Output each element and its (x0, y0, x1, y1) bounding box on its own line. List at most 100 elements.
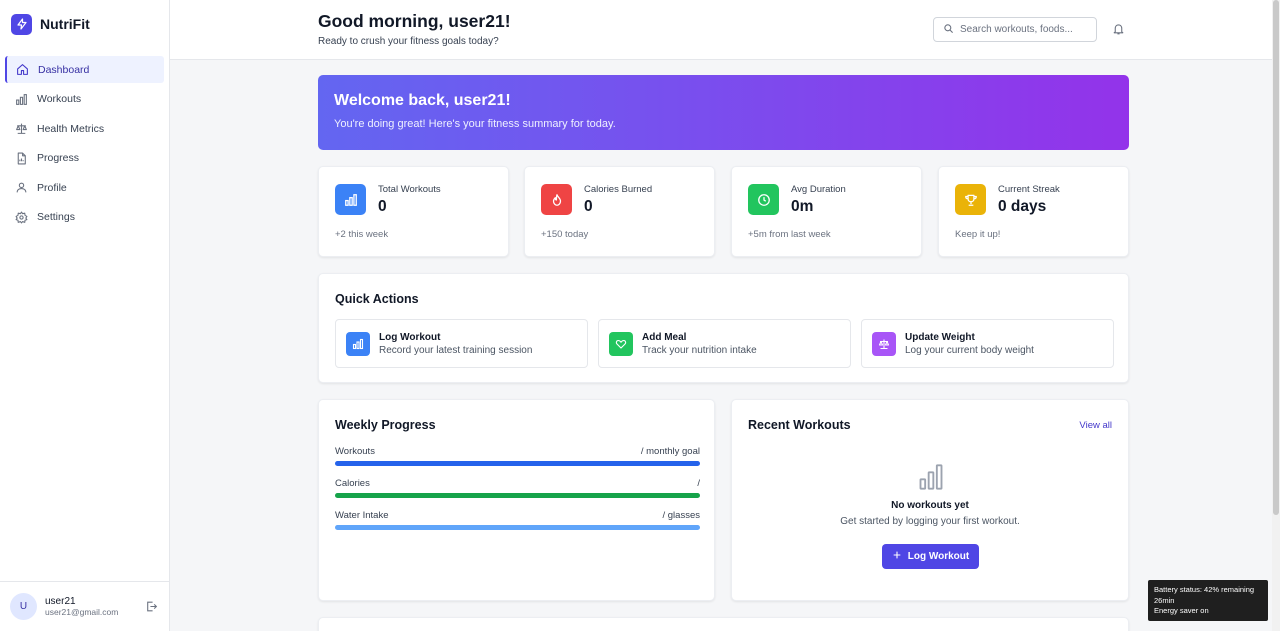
quick-action-title: Log Workout (379, 332, 441, 343)
quick-action-subtitle: Log your current body weight (905, 345, 1034, 356)
quick-actions-card: Quick Actions Log Workout Record your la… (318, 273, 1129, 383)
stat-label: Total Workouts (378, 184, 441, 195)
sidebar-item-workouts[interactable]: Workouts (5, 86, 164, 113)
sidebar: NutriFit Dashboard Workouts Health Metri… (0, 0, 170, 631)
welcome-banner: Welcome back, user21! You're doing great… (318, 75, 1129, 150)
user-name: user21 (45, 596, 76, 607)
search-icon (943, 21, 954, 39)
search-box[interactable] (933, 17, 1097, 42)
brand-name: NutriFit (40, 16, 90, 32)
sidebar-item-label: Workouts (37, 93, 82, 105)
progress-calories: Calories / (335, 478, 700, 498)
search-input[interactable] (960, 24, 1085, 35)
user-profile[interactable]: U user21 user21@gmail.com (0, 581, 169, 631)
progress-water-intake: Water Intake / glasses (335, 510, 700, 530)
stat-card-calories-burned: Calories Burned 0 +150 today (524, 166, 715, 257)
section-title: Weekly Progress (335, 418, 436, 432)
user-icon (14, 181, 28, 195)
bar-chart-icon (335, 184, 366, 215)
banner-subtitle: You're doing great! Here's your fitness … (334, 118, 616, 130)
quick-action-subtitle: Record your latest training session (379, 345, 533, 356)
progress-bar (335, 525, 700, 530)
user-email: user21@gmail.com (45, 607, 119, 617)
toast-line: Battery status: 42% remaining (1154, 585, 1255, 594)
bar-chart-icon (917, 463, 945, 496)
clock-icon (748, 184, 779, 215)
sidebar-item-profile[interactable]: Profile (5, 174, 164, 201)
stat-value: 0m (791, 198, 814, 215)
stat-value: 0 (584, 198, 593, 215)
button-label: Log Workout (907, 551, 970, 562)
sidebar-item-label: Progress (37, 152, 80, 164)
bar-chart-icon (346, 332, 370, 356)
section-title: Recent Workouts (748, 418, 851, 432)
progress-label: Water Intake (335, 510, 389, 521)
gear-icon (14, 210, 28, 224)
quick-action-log-workout[interactable]: Log Workout Record your latest training … (335, 319, 588, 368)
quick-action-title: Add Meal (642, 332, 687, 343)
stat-label: Current Streak (998, 184, 1060, 195)
scrollbar[interactable] (1272, 0, 1280, 631)
toast-line: Energy saver on (1154, 606, 1209, 615)
quick-action-title: Update Weight (905, 332, 975, 343)
quick-action-subtitle: Track your nutrition intake (642, 345, 757, 356)
banner-title: Welcome back, user21! (334, 92, 511, 109)
progress-bar (335, 493, 700, 498)
heart-icon (609, 332, 633, 356)
stat-change: +2 this week (335, 229, 389, 240)
progress-value: / glasses (662, 510, 701, 521)
stat-card-total-workouts: Total Workouts 0 +2 this week (318, 166, 509, 257)
progress-label: Workouts (335, 446, 375, 457)
stat-change: +150 today (541, 229, 589, 240)
page-title: Good morning, user21! (318, 11, 511, 31)
scale-icon (14, 122, 28, 136)
avatar: U (10, 593, 37, 620)
next-section-card (318, 617, 1129, 631)
scrollbar-thumb[interactable] (1273, 0, 1279, 515)
stat-card-avg-duration: Avg Duration 0m +5m from last week (731, 166, 922, 257)
lightning-icon (11, 13, 32, 35)
empty-state-subtitle: Get started by logging your first workou… (840, 516, 1020, 527)
flame-icon (541, 184, 572, 215)
progress-value: / (697, 478, 700, 489)
quick-action-add-meal[interactable]: Add Meal Track your nutrition intake (598, 319, 851, 368)
quick-action-update-weight[interactable]: Update Weight Log your current body weig… (861, 319, 1114, 368)
sidebar-item-label: Dashboard (38, 63, 90, 76)
stat-change: Keep it up! (955, 229, 1001, 240)
scale-icon (872, 332, 896, 356)
brand[interactable]: NutriFit (0, 0, 169, 48)
battery-status-toast: Battery status: 42% remaining 26min Ener… (1148, 580, 1268, 621)
stat-value: 0 days (998, 198, 1047, 215)
progress-bar (335, 461, 700, 466)
page-subtitle: Ready to crush your fitness goals today? (318, 36, 499, 47)
sidebar-item-dashboard[interactable]: Dashboard (5, 56, 164, 83)
home-icon (15, 63, 29, 77)
progress-label: Calories (335, 478, 370, 489)
document-icon (14, 151, 28, 165)
sidebar-item-settings[interactable]: Settings (5, 204, 164, 231)
sidebar-item-progress[interactable]: Progress (5, 145, 164, 172)
sidebar-item-health-metrics[interactable]: Health Metrics (5, 115, 164, 142)
bar-chart-icon (14, 92, 28, 106)
sidebar-nav: Dashboard Workouts Health Metrics Progre… (0, 56, 169, 231)
log-workout-button[interactable]: Log Workout (882, 544, 979, 569)
top-header: Good morning, user21! Ready to crush you… (170, 0, 1272, 60)
bell-icon[interactable] (1112, 22, 1125, 41)
view-all-link[interactable]: View all (1079, 420, 1112, 431)
progress-value: / monthly goal (640, 446, 700, 457)
stat-value: 0 (378, 198, 387, 215)
sidebar-item-label: Health Metrics (37, 122, 105, 135)
stat-card-current-streak: Current Streak 0 days Keep it up! (938, 166, 1129, 257)
recent-workouts-card: Recent Workouts View all No workouts yet… (731, 399, 1129, 601)
toast-line: 26min (1154, 595, 1175, 605)
trophy-icon (955, 184, 986, 215)
progress-workouts: Workouts / monthly goal (335, 446, 700, 466)
empty-state-title: No workouts yet (891, 500, 969, 511)
stat-change: +5m from last week (748, 229, 831, 240)
sidebar-item-label: Profile (37, 181, 67, 194)
stat-label: Calories Burned (584, 184, 653, 195)
plus-icon (892, 550, 902, 563)
logout-icon[interactable] (145, 600, 159, 614)
sidebar-item-label: Settings (37, 211, 75, 223)
stat-label: Avg Duration (791, 184, 846, 195)
